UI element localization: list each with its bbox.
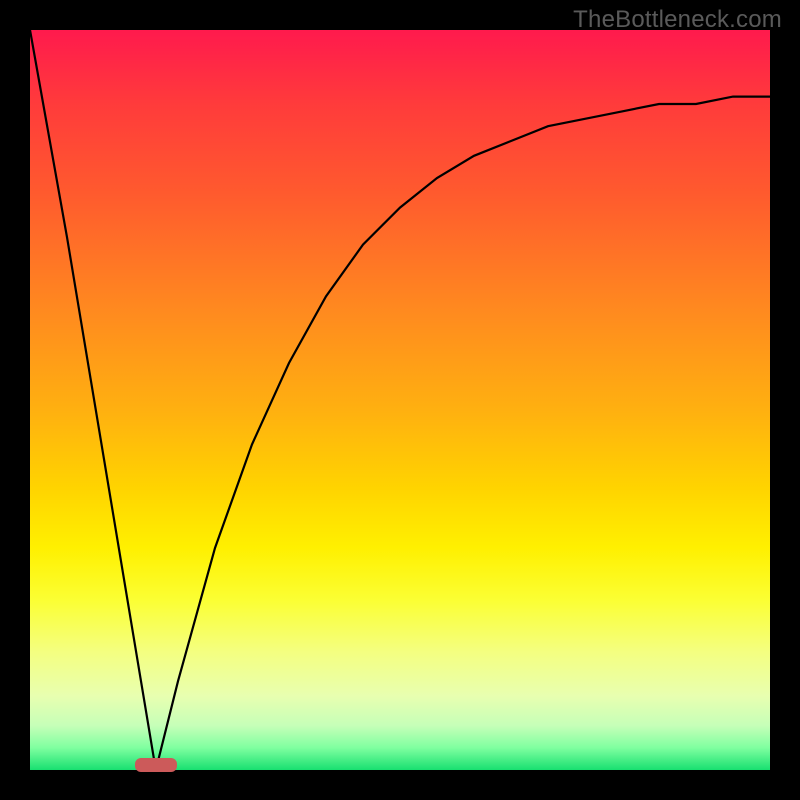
bottleneck-curve [30,30,770,770]
chart-frame: TheBottleneck.com [0,0,800,800]
min-marker [135,758,177,772]
curve-path [30,30,770,770]
plot-area [30,30,770,770]
